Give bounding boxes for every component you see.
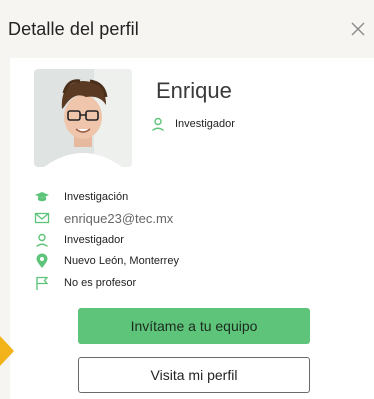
info-row-area: Investigación (34, 186, 354, 208)
user-icon (152, 117, 164, 132)
info-row-teacher: No es profesor (34, 272, 354, 294)
profile-name: Enrique (156, 78, 232, 103)
info-area: Investigación (64, 190, 129, 203)
location-pin-icon (36, 253, 48, 269)
visit-profile-button[interactable]: Visita mi perfil (78, 357, 310, 393)
info-location: Nuevo León, Monterrey (64, 255, 179, 268)
info-row-role: Investigador (34, 229, 354, 251)
info-row-location: Nuevo León, Monterrey (34, 251, 354, 273)
flag-icon (36, 276, 49, 290)
profile-role-label: Investigador (175, 118, 235, 130)
profile-role: Investigador (150, 116, 235, 132)
info-teacher: No es profesor (64, 276, 137, 289)
mail-icon (34, 213, 50, 224)
info-list: Investigación enrique23@tec.mx Investiga… (34, 186, 354, 294)
close-icon (351, 22, 365, 36)
panel-header: Detalle del perfil (0, 0, 374, 58)
profile-card: Enrique Investigador Investigación enriq… (10, 58, 374, 399)
graduation-cap-icon (35, 191, 49, 201)
profile-detail-panel: Detalle del perfil Enrique Investigador … (0, 0, 374, 399)
invite-to-team-button[interactable]: Invítame a tu equipo (78, 308, 310, 344)
avatar (34, 69, 132, 167)
info-role: Investigador (64, 233, 124, 246)
info-row-email: enrique23@tec.mx (34, 208, 354, 230)
user-icon (36, 233, 48, 247)
info-email: enrique23@tec.mx (64, 210, 174, 226)
close-button[interactable] (346, 17, 370, 41)
panel-title: Detalle del perfil (8, 18, 139, 39)
